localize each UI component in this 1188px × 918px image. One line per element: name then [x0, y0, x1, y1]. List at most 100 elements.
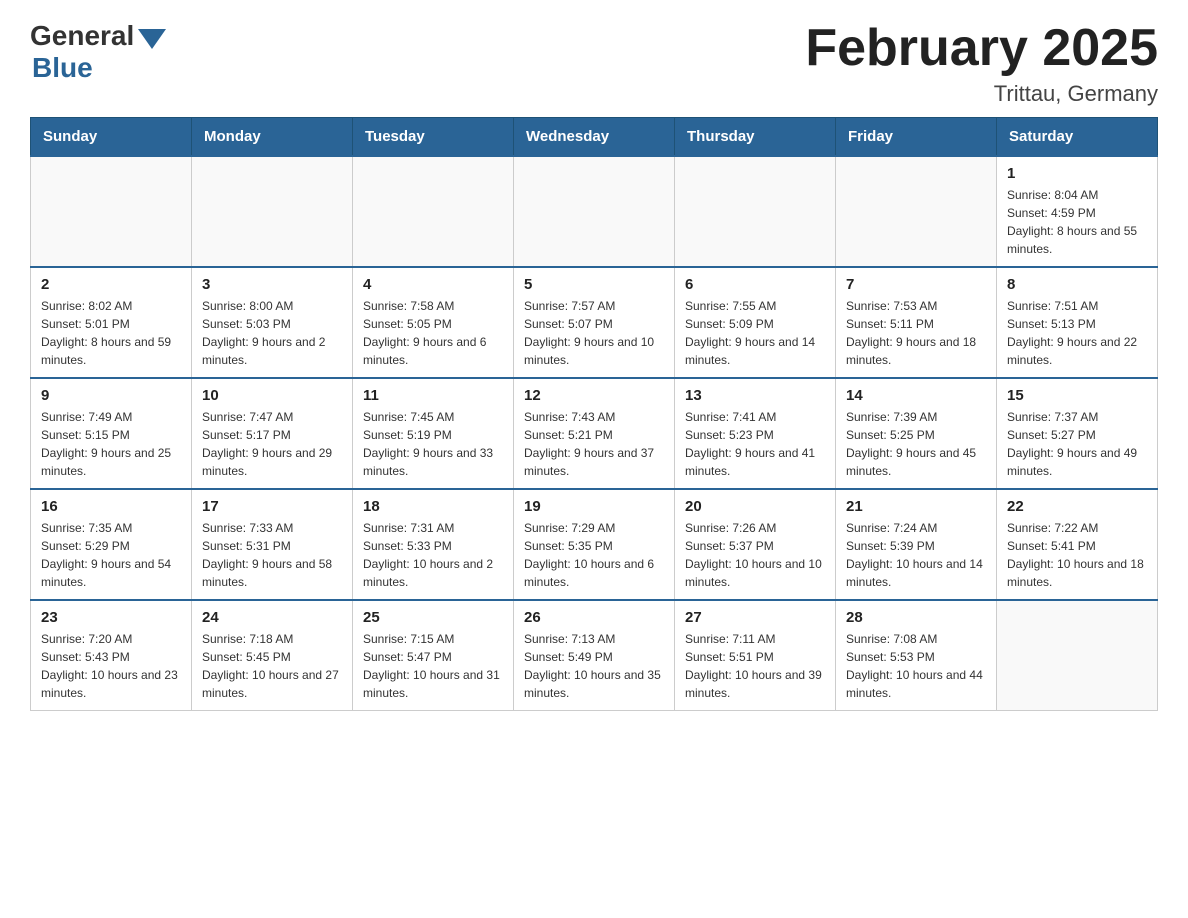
day-number: 12: [524, 387, 664, 404]
day-info: Sunrise: 7:55 AM Sunset: 5:09 PM Dayligh…: [685, 297, 825, 369]
day-info: Sunrise: 7:08 AM Sunset: 5:53 PM Dayligh…: [846, 630, 986, 702]
day-info: Sunrise: 7:11 AM Sunset: 5:51 PM Dayligh…: [685, 630, 825, 702]
calendar-cell: 14 Sunrise: 7:39 AM Sunset: 5:25 PM Dayli…: [836, 378, 997, 489]
calendar-cell: 7 Sunrise: 7:53 AM Sunset: 5:11 PM Daylig…: [836, 267, 997, 378]
calendar-cell: 28 Sunrise: 7:08 AM Sunset: 5:53 PM Dayli…: [836, 600, 997, 711]
month-title: February 2025: [805, 20, 1158, 77]
day-number: 6: [685, 276, 825, 293]
calendar-week-row-2: 2 Sunrise: 8:02 AM Sunset: 5:01 PM Daylig…: [31, 267, 1158, 378]
calendar-week-row-5: 23 Sunrise: 7:20 AM Sunset: 5:43 PM Dayli…: [31, 600, 1158, 711]
calendar-cell: 10 Sunrise: 7:47 AM Sunset: 5:17 PM Dayli…: [192, 378, 353, 489]
calendar-header-monday: Monday: [192, 118, 353, 157]
day-info: Sunrise: 7:51 AM Sunset: 5:13 PM Dayligh…: [1007, 297, 1147, 369]
location: Trittau, Germany: [805, 81, 1158, 107]
calendar-header-thursday: Thursday: [675, 118, 836, 157]
day-number: 17: [202, 498, 342, 515]
day-number: 4: [363, 276, 503, 293]
calendar-cell: 21Sunrise: 7:24 AM Sunset: 5:39 PM Dayli…: [836, 489, 997, 600]
calendar-cell: 17 Sunrise: 7:33 AM Sunset: 5:31 PM Dayli…: [192, 489, 353, 600]
day-number: 3: [202, 276, 342, 293]
day-info: Sunrise: 8:04 AM Sunset: 4:59 PM Dayligh…: [1007, 186, 1147, 258]
day-number: 19: [524, 498, 664, 515]
day-number: 23: [41, 609, 181, 626]
day-info: Sunrise: 7:43 AM Sunset: 5:21 PM Dayligh…: [524, 408, 664, 480]
day-number: 7: [846, 276, 986, 293]
calendar-cell: [31, 156, 192, 267]
calendar-cell: [997, 600, 1158, 711]
day-info: Sunrise: 7:26 AM Sunset: 5:37 PM Dayligh…: [685, 519, 825, 591]
calendar-cell: 25 Sunrise: 7:15 AM Sunset: 5:47 PM Dayli…: [353, 600, 514, 711]
day-info: Sunrise: 7:29 AM Sunset: 5:35 PM Dayligh…: [524, 519, 664, 591]
day-number: 16: [41, 498, 181, 515]
logo: General Blue: [30, 20, 166, 84]
calendar-cell: [836, 156, 997, 267]
day-number: 13: [685, 387, 825, 404]
day-number: 21: [846, 498, 986, 515]
calendar-cell: 2 Sunrise: 8:02 AM Sunset: 5:01 PM Daylig…: [31, 267, 192, 378]
calendar-cell: 13Sunrise: 7:41 AM Sunset: 5:23 PM Dayli…: [675, 378, 836, 489]
calendar-header-tuesday: Tuesday: [353, 118, 514, 157]
day-info: Sunrise: 7:18 AM Sunset: 5:45 PM Dayligh…: [202, 630, 342, 702]
day-number: 28: [846, 609, 986, 626]
calendar-cell: 12 Sunrise: 7:43 AM Sunset: 5:21 PM Dayli…: [514, 378, 675, 489]
day-info: Sunrise: 7:39 AM Sunset: 5:25 PM Dayligh…: [846, 408, 986, 480]
day-info: Sunrise: 7:53 AM Sunset: 5:11 PM Dayligh…: [846, 297, 986, 369]
day-info: Sunrise: 8:00 AM Sunset: 5:03 PM Dayligh…: [202, 297, 342, 369]
calendar-cell: 3 Sunrise: 8:00 AM Sunset: 5:03 PM Daylig…: [192, 267, 353, 378]
day-info: Sunrise: 7:20 AM Sunset: 5:43 PM Dayligh…: [41, 630, 181, 702]
day-info: Sunrise: 7:31 AM Sunset: 5:33 PM Dayligh…: [363, 519, 503, 591]
title-section: February 2025 Trittau, Germany: [805, 20, 1158, 107]
calendar-header-saturday: Saturday: [997, 118, 1158, 157]
day-number: 26: [524, 609, 664, 626]
calendar-week-row-1: 1 Sunrise: 8:04 AM Sunset: 4:59 PM Daylig…: [31, 156, 1158, 267]
day-number: 5: [524, 276, 664, 293]
day-number: 22: [1007, 498, 1147, 515]
calendar-week-row-4: 16 Sunrise: 7:35 AM Sunset: 5:29 PM Dayli…: [31, 489, 1158, 600]
day-number: 10: [202, 387, 342, 404]
calendar-cell: 5 Sunrise: 7:57 AM Sunset: 5:07 PM Daylig…: [514, 267, 675, 378]
day-info: Sunrise: 7:35 AM Sunset: 5:29 PM Dayligh…: [41, 519, 181, 591]
calendar-header-wednesday: Wednesday: [514, 118, 675, 157]
day-number: 8: [1007, 276, 1147, 293]
calendar-header-row: SundayMondayTuesdayWednesdayThursdayFrid…: [31, 118, 1158, 157]
day-info: Sunrise: 7:33 AM Sunset: 5:31 PM Dayligh…: [202, 519, 342, 591]
calendar-cell: 8 Sunrise: 7:51 AM Sunset: 5:13 PM Daylig…: [997, 267, 1158, 378]
day-info: Sunrise: 8:02 AM Sunset: 5:01 PM Dayligh…: [41, 297, 181, 369]
calendar-cell: 19 Sunrise: 7:29 AM Sunset: 5:35 PM Dayli…: [514, 489, 675, 600]
day-info: Sunrise: 7:58 AM Sunset: 5:05 PM Dayligh…: [363, 297, 503, 369]
day-info: Sunrise: 7:15 AM Sunset: 5:47 PM Dayligh…: [363, 630, 503, 702]
day-info: Sunrise: 7:13 AM Sunset: 5:49 PM Dayligh…: [524, 630, 664, 702]
calendar-cell: 22 Sunrise: 7:22 AM Sunset: 5:41 PM Dayli…: [997, 489, 1158, 600]
calendar-cell: 16 Sunrise: 7:35 AM Sunset: 5:29 PM Dayli…: [31, 489, 192, 600]
calendar-cell: 4 Sunrise: 7:58 AM Sunset: 5:05 PM Daylig…: [353, 267, 514, 378]
calendar-cell: [514, 156, 675, 267]
calendar-cell: 20 Sunrise: 7:26 AM Sunset: 5:37 PM Dayli…: [675, 489, 836, 600]
day-number: 14: [846, 387, 986, 404]
calendar-cell: 23 Sunrise: 7:20 AM Sunset: 5:43 PM Dayli…: [31, 600, 192, 711]
logo-general-text: General: [30, 20, 134, 52]
calendar-cell: 18 Sunrise: 7:31 AM Sunset: 5:33 PM Dayli…: [353, 489, 514, 600]
logo-blue-text: Blue: [32, 52, 93, 84]
calendar-header-friday: Friday: [836, 118, 997, 157]
calendar-cell: 15 Sunrise: 7:37 AM Sunset: 5:27 PM Dayli…: [997, 378, 1158, 489]
day-info: Sunrise: 7:57 AM Sunset: 5:07 PM Dayligh…: [524, 297, 664, 369]
calendar-cell: 26 Sunrise: 7:13 AM Sunset: 5:49 PM Dayli…: [514, 600, 675, 711]
calendar-cell: 24 Sunrise: 7:18 AM Sunset: 5:45 PM Dayli…: [192, 600, 353, 711]
day-number: 15: [1007, 387, 1147, 404]
day-number: 2: [41, 276, 181, 293]
day-info: Sunrise: 7:47 AM Sunset: 5:17 PM Dayligh…: [202, 408, 342, 480]
day-number: 11: [363, 387, 503, 404]
day-number: 18: [363, 498, 503, 515]
calendar-cell: [192, 156, 353, 267]
day-number: 24: [202, 609, 342, 626]
day-number: 20: [685, 498, 825, 515]
day-info: Sunrise: 7:22 AM Sunset: 5:41 PM Dayligh…: [1007, 519, 1147, 591]
day-info: Sunrise: 7:37 AM Sunset: 5:27 PM Dayligh…: [1007, 408, 1147, 480]
page-header: General Blue February 2025 Trittau, Germ…: [30, 20, 1158, 107]
day-info: Sunrise: 7:45 AM Sunset: 5:19 PM Dayligh…: [363, 408, 503, 480]
day-number: 25: [363, 609, 503, 626]
logo-triangle-icon: [138, 29, 166, 49]
calendar-table: SundayMondayTuesdayWednesdayThursdayFrid…: [30, 117, 1158, 711]
day-number: 9: [41, 387, 181, 404]
day-number: 1: [1007, 165, 1147, 182]
